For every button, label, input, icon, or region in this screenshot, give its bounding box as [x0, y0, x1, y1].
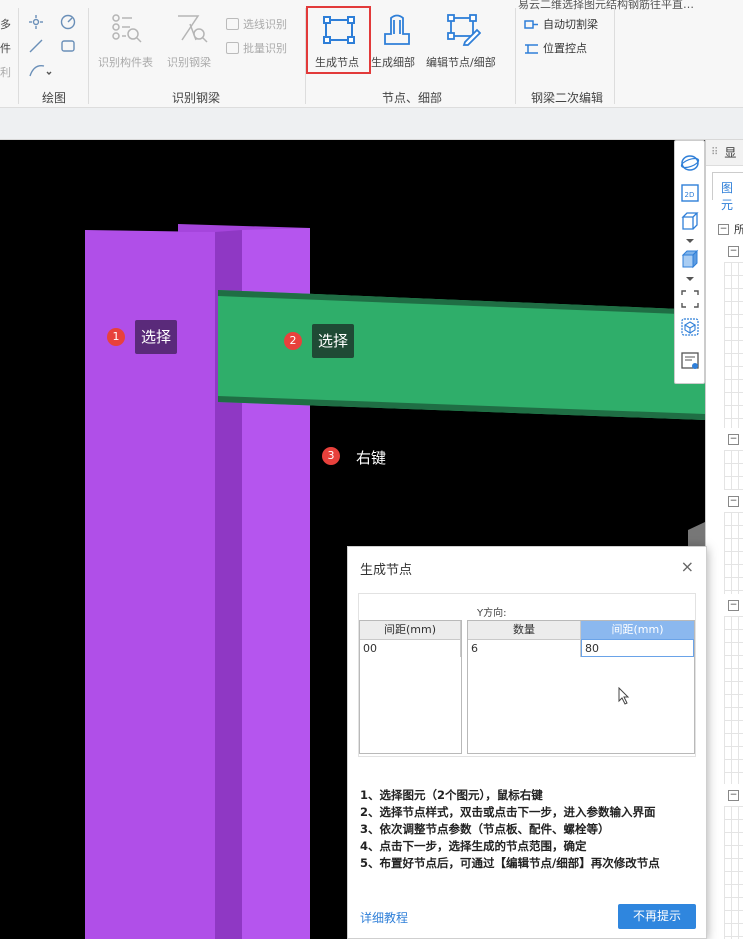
drag-handle-icon[interactable]: ⠿: [711, 147, 718, 158]
tutorial-image: Y方向: 间距(mm) 00 数量 间距(mm) 6 80: [358, 593, 696, 757]
chevron-down-icon[interactable]: [685, 275, 695, 283]
generate-node-button[interactable]: 生成节点: [315, 54, 359, 70]
point-icon: [32, 18, 40, 26]
draw-tools[interactable]: [26, 12, 82, 82]
box-select-icon[interactable]: [680, 317, 700, 337]
tab-elements[interactable]: 图元: [712, 172, 743, 212]
window-title: 易云二维选择图元结构钢筋往平直…: [518, 0, 694, 11]
table-header: 间距(mm): [360, 621, 461, 639]
close-icon[interactable]: ×: [681, 557, 694, 576]
recognize-table-button[interactable]: 识别构件表: [98, 54, 153, 70]
y-direction-label: Y方向:: [477, 608, 507, 619]
tree-collapse-icon[interactable]: −: [728, 434, 739, 445]
line-icon: [29, 39, 43, 53]
table-header-spacing: 间距(mm): [581, 621, 694, 639]
property-grid: [724, 262, 743, 428]
step-text: 4、点击下一步，选择生成的节点范围，确定: [360, 839, 587, 853]
table-cell: 00: [360, 639, 461, 657]
generate-detail-button[interactable]: 生成细部: [371, 54, 415, 70]
ribbon-partial-2[interactable]: 件: [0, 40, 11, 56]
2d-view-icon[interactable]: 2D: [680, 183, 700, 203]
group-separator: [18, 8, 19, 104]
batch-recognize-icon: [226, 42, 239, 54]
table-header-count: 数量: [468, 621, 581, 639]
group-separator: [88, 8, 89, 104]
tree-collapse-icon[interactable]: −: [728, 496, 739, 507]
solid-view-icon[interactable]: [680, 249, 700, 269]
dialog-title: 生成节点: [360, 563, 413, 578]
arc-icon: [29, 65, 45, 77]
callout-select-2: 选择: [312, 324, 355, 358]
table-cell-spacing-edit: 80: [581, 639, 694, 657]
edit-node-icon: [447, 14, 481, 46]
auto-cut-button[interactable]: 自动切割梁: [524, 16, 598, 32]
property-grid: [724, 512, 743, 594]
tree-collapse-icon[interactable]: −: [728, 790, 739, 801]
mouse-cursor-icon: [618, 687, 630, 705]
tree-collapse-icon[interactable]: −: [728, 246, 739, 257]
group-label-draw: 绘图: [42, 91, 67, 105]
position-control-button[interactable]: 位置控点: [524, 40, 587, 56]
step-text: 3、依次调整节点参数（节点板、配件、螺栓等）: [360, 822, 610, 836]
dont-show-again-button[interactable]: 不再提示: [618, 904, 696, 929]
ribbon-partial-3[interactable]: 利: [0, 64, 11, 80]
step-text: 5、布置好节点后，可通过【编辑节点/细部】再次修改节点: [360, 856, 660, 870]
right-panel-header: ⠿ 显: [706, 140, 743, 166]
orbit-view-icon[interactable]: [680, 153, 700, 173]
tree-root-label: 所: [734, 223, 743, 236]
tree-collapse-icon[interactable]: −: [728, 600, 739, 611]
fit-view-icon[interactable]: [680, 289, 700, 309]
chevron-down-icon[interactable]: [685, 237, 695, 245]
group-label-recognize: 识别钢梁: [172, 91, 221, 105]
group-label-edit2: 钢梁二次编辑: [531, 91, 604, 105]
step-badge-1: 1: [107, 328, 125, 346]
batch-recognize-button[interactable]: 批量识别: [226, 40, 287, 56]
step-badge-3: 3: [322, 447, 340, 465]
generate-node-icon: [323, 16, 355, 44]
property-grid: [724, 450, 743, 490]
view-toolbar: 2D: [674, 140, 705, 384]
generate-detail-icon: [384, 14, 410, 45]
select-recognize-icon: [226, 18, 239, 30]
position-control-icon: [525, 43, 538, 54]
group-label-node: 节点、细部: [382, 91, 443, 105]
sub-toolbar: [0, 108, 743, 140]
group-separator: [515, 8, 516, 104]
property-grid: [724, 806, 743, 939]
step-text: 1、选择图元（2个图元），鼠标右键: [360, 788, 543, 802]
callout-right-click: 右键: [356, 449, 387, 467]
callout-select-1: 选择: [135, 320, 178, 354]
display-settings-icon[interactable]: [680, 351, 700, 371]
step-badge-2: 2: [284, 332, 302, 350]
select-recognize-button[interactable]: 选线识别: [226, 16, 287, 32]
ribbon: 易云二维选择图元结构钢筋往平直… 多 件 利 绘图 识别构件表 识别钢梁 选线识…: [0, 0, 743, 108]
right-panel: ⠿ 显 图元 − 所 − − − − −: [705, 140, 743, 939]
table-cell-count: 6: [468, 639, 581, 657]
tutorial-link[interactable]: 详细教程: [360, 909, 408, 926]
property-grid: [724, 616, 743, 784]
x-direction-table: 间距(mm) 00: [359, 620, 462, 754]
3d-view-icon[interactable]: [680, 211, 700, 231]
edit-node-button[interactable]: 编辑节点/细部: [426, 54, 496, 70]
generate-node-dialog: 生成节点 × Y方向: 间距(mm) 00 数量 间距(mm) 6 80 1、选…: [347, 546, 707, 939]
y-direction-table: 数量 间距(mm) 6 80: [467, 620, 695, 754]
ribbon-partial-1[interactable]: 多: [0, 16, 11, 32]
recognize-beam-icon: [178, 15, 208, 43]
step-text: 2、选择节点样式，双击或点击下一步，进入参数输入界面: [360, 805, 656, 819]
svg-text:2D: 2D: [685, 191, 695, 199]
rect-icon: [61, 40, 75, 52]
auto-cut-icon: [524, 19, 538, 29]
group-separator: [614, 8, 615, 104]
tree-collapse-icon[interactable]: −: [718, 224, 729, 235]
recognize-beam-button[interactable]: 识别钢梁: [167, 54, 211, 70]
instruction-steps: 1、选择图元（2个图元），鼠标右键 2、选择节点样式，双击或点击下一步，进入参数…: [360, 787, 660, 872]
recognize-table-icon: [112, 14, 142, 43]
